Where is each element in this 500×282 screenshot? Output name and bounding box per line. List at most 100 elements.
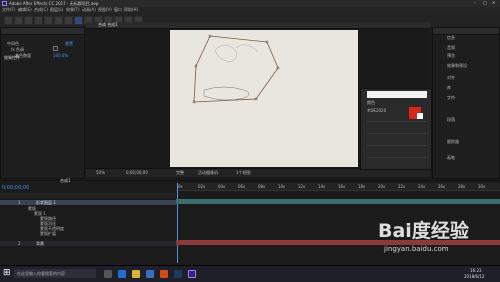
menu-composition[interactable]: 合成(C) bbox=[34, 8, 48, 12]
maximize-button[interactable]: □ bbox=[483, 1, 487, 5]
store-icon[interactable] bbox=[146, 270, 154, 278]
quality-select[interactable]: 完整 bbox=[176, 171, 184, 175]
section-info[interactable]: 信息 bbox=[447, 36, 455, 40]
ruler-tick: 26s bbox=[438, 184, 446, 189]
layer-name[interactable]: 形状图层 1 bbox=[36, 200, 56, 205]
ruler-tick: 18s bbox=[358, 184, 366, 189]
browser-icon[interactable] bbox=[160, 270, 168, 278]
ruler-tick: 06s bbox=[238, 184, 246, 189]
close-button[interactable]: ✕ bbox=[492, 1, 495, 5]
checkbox-icon[interactable] bbox=[53, 46, 58, 51]
color-dialog-title: 颜色 bbox=[367, 100, 375, 105]
edge-browser-icon[interactable] bbox=[118, 270, 126, 278]
ruler-tick: 12s bbox=[298, 184, 306, 189]
rotate-tool-icon[interactable] bbox=[44, 16, 53, 25]
minimize-button[interactable]: – bbox=[474, 1, 476, 5]
comp-timecode[interactable]: 0;00;00;00 bbox=[126, 171, 148, 175]
photoshop-icon[interactable] bbox=[174, 270, 182, 278]
timeline-timecode[interactable]: 0;00;00;00 bbox=[2, 186, 29, 191]
baidu-url: jingyan.baidu.com bbox=[384, 245, 449, 253]
ruler-tick: 22s bbox=[398, 184, 406, 189]
home-tool-icon[interactable] bbox=[4, 16, 13, 25]
playhead[interactable] bbox=[177, 183, 178, 263]
layer-number: 1 bbox=[18, 199, 21, 205]
zoom-level[interactable]: 50% bbox=[96, 171, 105, 175]
section-tracker[interactable]: 跟踪器 bbox=[447, 140, 459, 144]
composition-canvas[interactable] bbox=[170, 30, 358, 167]
layer-header-row bbox=[0, 193, 176, 198]
windows-taskbar: ⊞ 在这里输入你要搜索的内容 16:23 2018/6/12 bbox=[0, 265, 500, 282]
ruler-tick: 02s bbox=[198, 184, 206, 189]
title-bar: Adobe After Effects CC 2017 - 无标题项目.aep … bbox=[0, 0, 500, 7]
camera-view-select[interactable]: 活动摄像机 bbox=[198, 171, 218, 175]
prop-row bbox=[367, 157, 427, 158]
menu-edit[interactable]: 编辑(E) bbox=[18, 8, 32, 12]
layer-row[interactable] bbox=[0, 241, 176, 246]
section-effects-presets[interactable]: 效果和预设 bbox=[447, 64, 467, 68]
properties-panel: 颜色 #DE2020 bbox=[360, 88, 432, 170]
prop-row bbox=[367, 145, 427, 146]
property-mask-expansion[interactable]: 蒙版扩展 bbox=[40, 232, 56, 236]
section-libraries[interactable]: 库 bbox=[447, 86, 451, 90]
ae-logo-icon bbox=[2, 1, 7, 6]
right-panel-header bbox=[433, 28, 499, 35]
view-layout-select[interactable]: 1个视图 bbox=[236, 171, 251, 175]
menu-help[interactable]: 帮助(H) bbox=[124, 8, 138, 12]
taskbar-search-input[interactable]: 在这里输入你要搜索的内容 bbox=[17, 271, 65, 276]
ruler-tick: 28s bbox=[458, 184, 466, 189]
prop-row bbox=[367, 133, 427, 134]
section-character[interactable]: 字符 bbox=[447, 96, 455, 100]
task-view-icon[interactable] bbox=[104, 270, 112, 278]
prop-row bbox=[367, 121, 427, 122]
zoom-tool-icon[interactable] bbox=[34, 16, 43, 25]
ruler-tick: 10s bbox=[278, 184, 286, 189]
taskbar-search-box[interactable]: 在这里输入你要搜索的内容 bbox=[14, 269, 96, 278]
timeline-tab[interactable]: 合成1 bbox=[60, 179, 71, 183]
effect-controls-header: 效果控件 bbox=[1, 28, 84, 60]
menu-window[interactable]: 窗口 bbox=[114, 8, 122, 12]
layer-row[interactable] bbox=[0, 200, 176, 205]
menu-animation[interactable]: 动画(A) bbox=[82, 8, 96, 12]
hand-tool-icon[interactable] bbox=[24, 16, 33, 25]
ruler-tick: 24s bbox=[418, 184, 426, 189]
menu-view[interactable]: 视图(V) bbox=[98, 8, 112, 12]
menu-file[interactable]: 文件(F) bbox=[2, 8, 15, 12]
menu-effect[interactable]: 效果(T) bbox=[66, 8, 80, 12]
composition-header bbox=[86, 22, 430, 29]
section-align[interactable]: 对齐 bbox=[447, 76, 455, 80]
ruler-ticks: 0s 02s 04s 06s 08s 10s 12s 14s 16s 18s 2… bbox=[176, 185, 500, 190]
right-panel: 信息 音频 预览 效果和预设 对齐 库 字符 段落 跟踪器 画笔 bbox=[432, 27, 500, 179]
ruler-tick: 16s bbox=[338, 184, 346, 189]
color-field[interactable] bbox=[367, 91, 427, 98]
window-title: Adobe After Effects CC 2017 - 无标题项目.aep bbox=[9, 0, 99, 6]
ruler-tick: 04s bbox=[218, 184, 226, 189]
camera-tool-icon[interactable] bbox=[54, 16, 63, 25]
selection-tool-icon[interactable] bbox=[14, 16, 23, 25]
effect-reset-link[interactable]: 重置 bbox=[65, 42, 73, 46]
pan-behind-tool-icon[interactable] bbox=[64, 16, 73, 25]
ruler-tick: 0s bbox=[178, 184, 183, 189]
effect-row-label: fx 色调 bbox=[11, 47, 25, 52]
effect-controls-panel: 效果控件 中间色 重置 fx 色调 着色数量 100.0% bbox=[0, 27, 85, 179]
effect-amount-value[interactable]: 100.0% bbox=[53, 54, 68, 58]
ruler-tick: 14s bbox=[318, 184, 326, 189]
windows-start-icon[interactable]: ⊞ bbox=[3, 269, 11, 278]
section-audio[interactable]: 音频 bbox=[447, 46, 455, 50]
white-color-swatch[interactable] bbox=[417, 113, 423, 119]
pen-tool-icon[interactable] bbox=[74, 16, 83, 25]
section-paragraph[interactable]: 段落 bbox=[447, 118, 455, 122]
composition-tab[interactable]: 合成 合成1 bbox=[98, 23, 118, 27]
after-effects-icon[interactable] bbox=[188, 270, 196, 278]
layer-name[interactable]: 背景 bbox=[36, 241, 44, 246]
ruler-tick: 30s bbox=[478, 184, 486, 189]
mask-path-overlay[interactable] bbox=[170, 30, 358, 167]
ruler-tick: 20s bbox=[378, 184, 386, 189]
section-brush[interactable]: 画笔 bbox=[447, 156, 455, 160]
layer-number: 2 bbox=[18, 240, 21, 246]
menu-layer[interactable]: 图层(L) bbox=[50, 8, 63, 12]
layer-1-track-bar[interactable] bbox=[176, 199, 500, 204]
effect-row-label: 中间色 bbox=[7, 41, 19, 46]
color-hex-value[interactable]: #DE2020 bbox=[367, 109, 386, 113]
section-preview[interactable]: 预览 bbox=[447, 54, 455, 58]
file-explorer-icon[interactable] bbox=[132, 270, 140, 278]
